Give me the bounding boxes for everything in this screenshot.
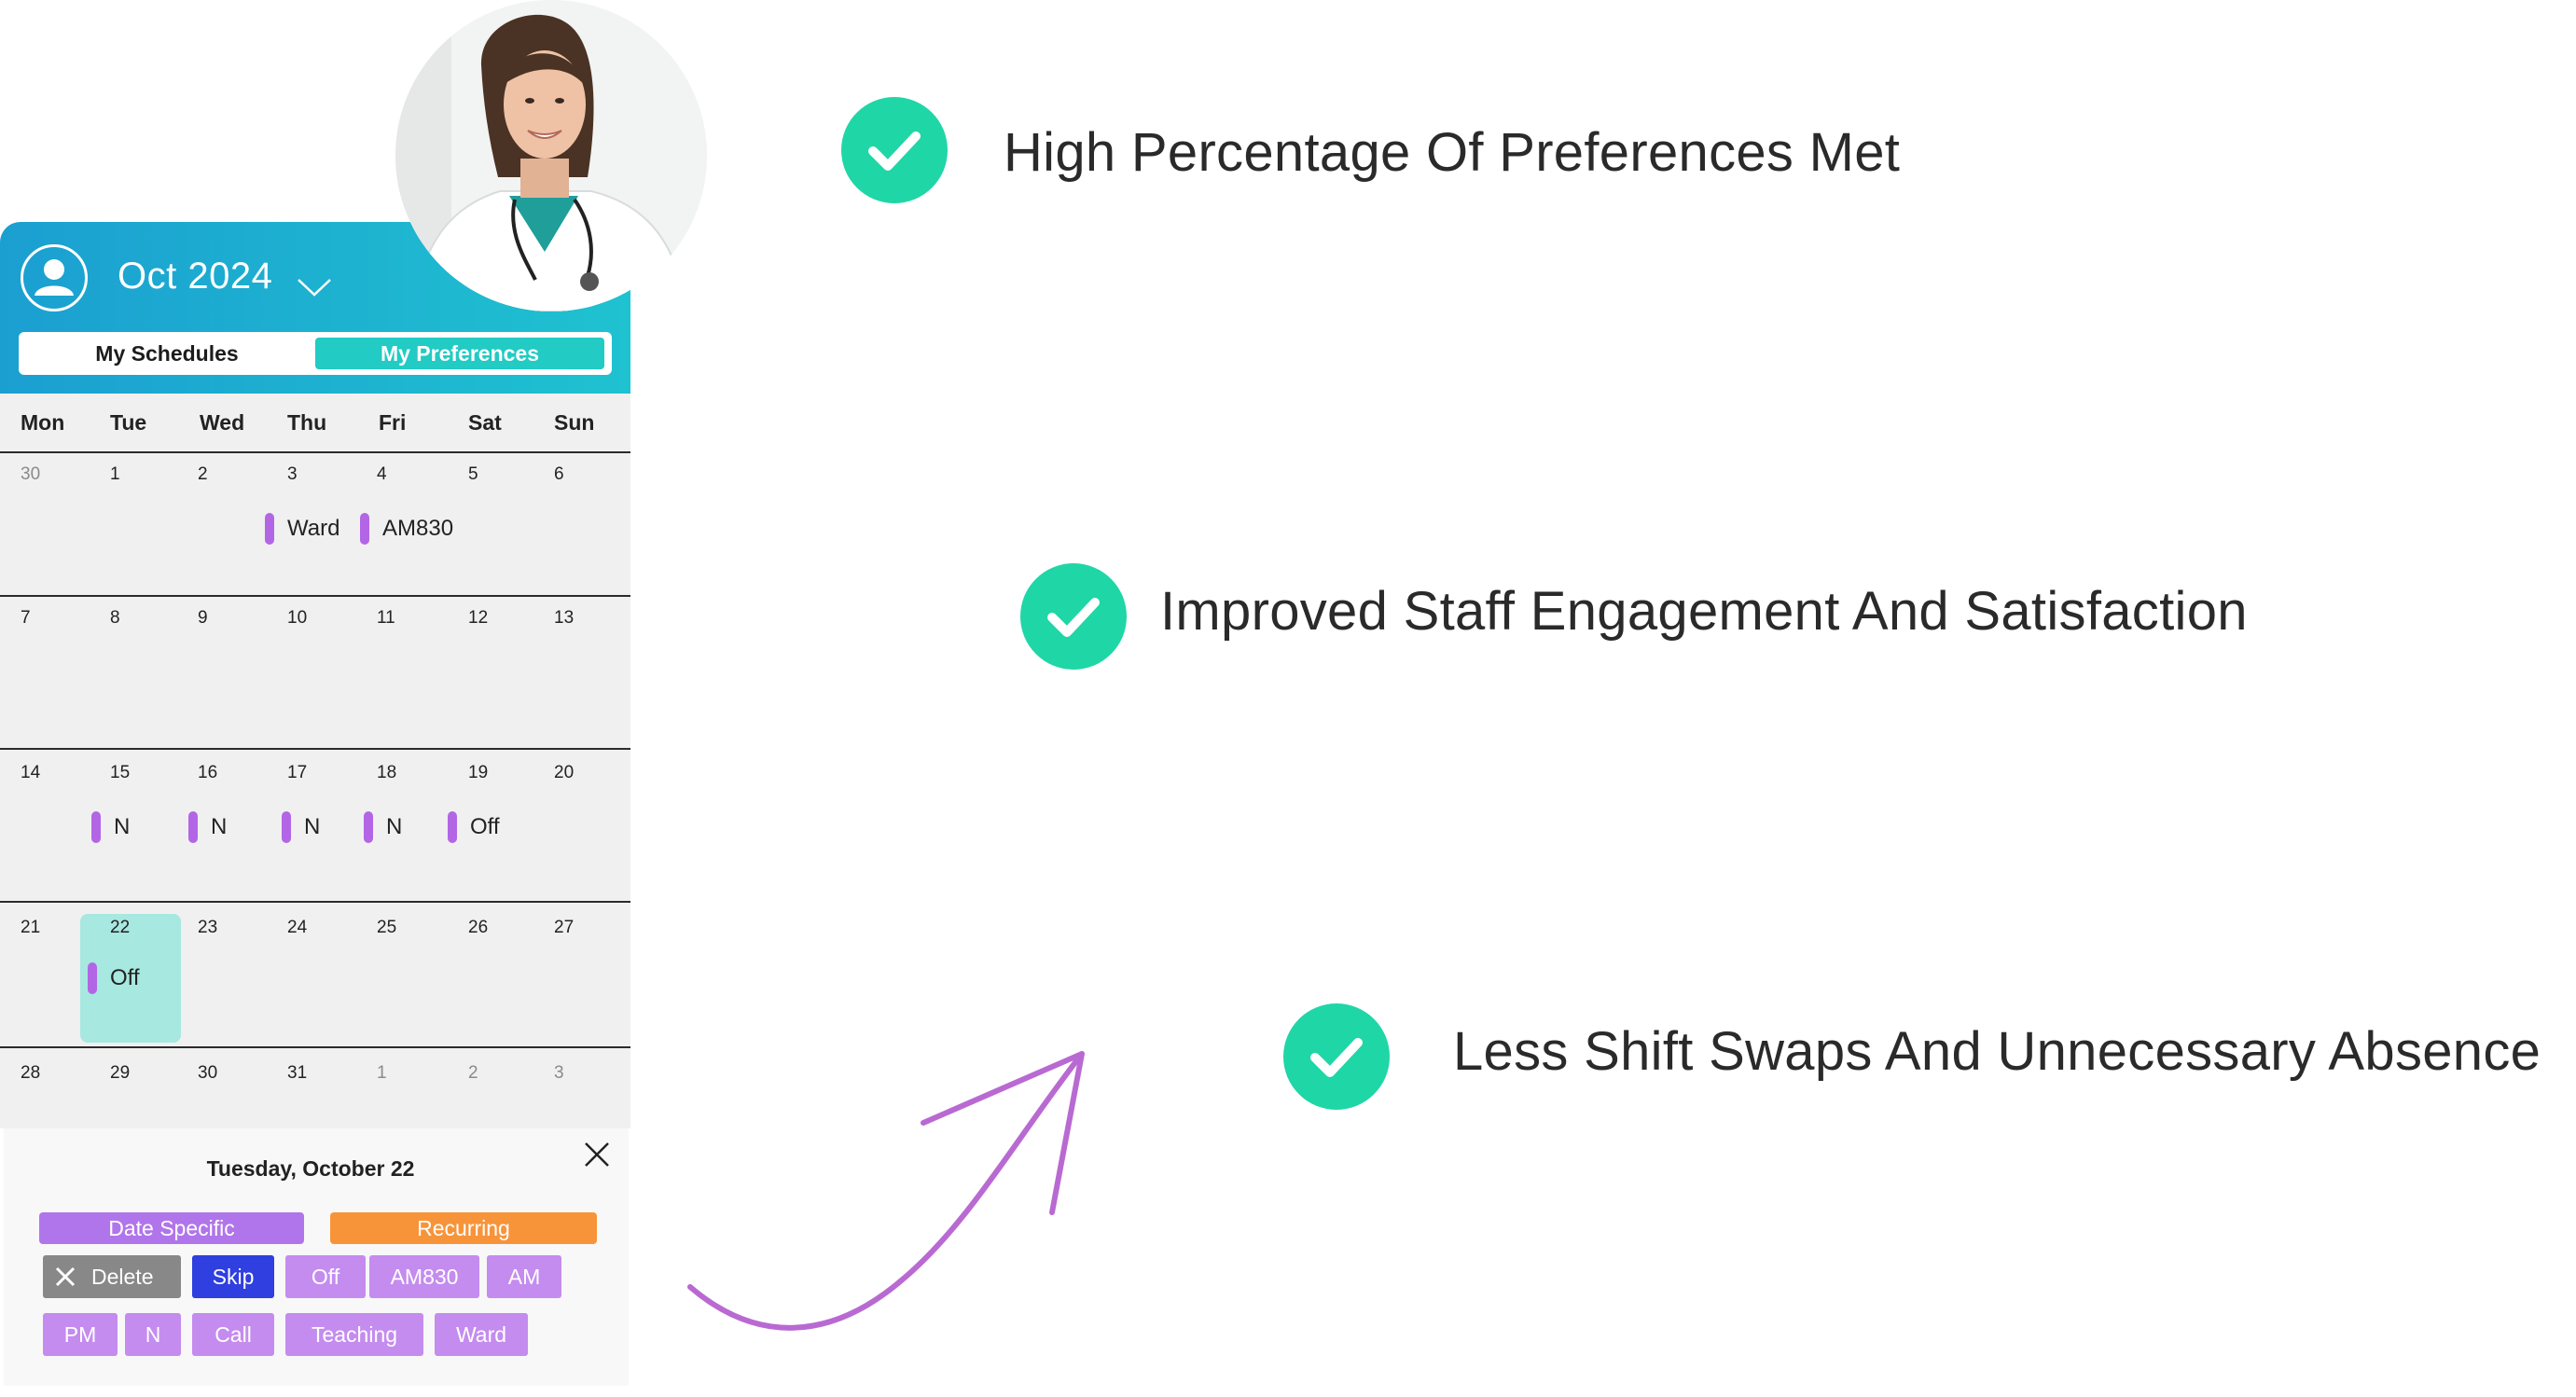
user-icon (35, 259, 74, 296)
event-label: Off (470, 814, 500, 839)
day-cell[interactable]: 8 (110, 608, 120, 629)
weekday-header: Fri (379, 410, 407, 435)
shift-chip-off[interactable]: Off (285, 1255, 366, 1298)
delete-button[interactable]: Delete (43, 1255, 181, 1298)
day-cell[interactable]: 29 (110, 1063, 130, 1084)
divider (0, 748, 630, 750)
check-icon (1020, 563, 1127, 670)
shift-chip-teaching[interactable]: Teaching (285, 1313, 423, 1356)
day-cell[interactable]: 10 (287, 608, 307, 629)
user-profile-button[interactable] (21, 244, 88, 311)
month-label[interactable]: Oct 2024 (118, 256, 272, 297)
day-cell[interactable]: 27 (554, 918, 574, 938)
day-cell[interactable]: 24 (287, 918, 307, 938)
day-cell[interactable]: 19 (468, 763, 488, 783)
shift-chip-pm[interactable]: PM (43, 1313, 118, 1356)
weekday-header: Sun (554, 410, 595, 435)
day-cell[interactable]: 25 (377, 918, 396, 938)
day-cell[interactable]: 31 (287, 1063, 307, 1084)
day-cell[interactable]: 28 (21, 1063, 40, 1084)
day-cell[interactable]: 30 (21, 464, 40, 485)
event-label: Ward (287, 516, 340, 541)
event-label: N (114, 814, 131, 839)
divider (0, 451, 630, 453)
benefit-text: Improved Staff Engagement And Satisfacti… (1160, 581, 2248, 642)
weekday-header: Mon (21, 410, 65, 435)
chevron-down-icon[interactable] (297, 276, 332, 298)
day-cell[interactable]: 15 (110, 763, 130, 783)
day-cell[interactable]: 3 (554, 1063, 564, 1084)
day-cell[interactable]: 2 (468, 1063, 478, 1084)
event-marker (360, 513, 369, 545)
tab-my-schedules[interactable]: My Schedules (19, 332, 315, 375)
tab-date-specific[interactable]: Date Specific (39, 1212, 304, 1244)
event-marker (282, 811, 291, 843)
day-cell[interactable]: 11 (377, 608, 395, 629)
scheduler-app-panel: Oct 2024 My Schedules My Preferences Mon… (0, 0, 707, 1397)
event-label: N (386, 814, 403, 839)
weekday-header: Thu (287, 410, 327, 435)
check-icon (1283, 1003, 1390, 1110)
day-cell[interactable]: 12 (468, 608, 488, 629)
close-icon (55, 1266, 76, 1287)
day-cell[interactable]: 14 (21, 763, 40, 783)
shift-chip-n[interactable]: N (125, 1313, 181, 1356)
delete-label: Delete (91, 1265, 154, 1289)
day-cell[interactable]: 20 (554, 763, 574, 783)
day-cell[interactable]: 18 (377, 763, 396, 783)
weekday-header: Tue (110, 410, 147, 435)
day-cell[interactable]: 16 (198, 763, 217, 783)
day-cell[interactable]: 2 (198, 464, 208, 485)
event-marker (448, 811, 457, 843)
tab-recurring[interactable]: Recurring (330, 1212, 597, 1244)
event-label: N (304, 814, 321, 839)
shift-chip-ward[interactable]: Ward (435, 1313, 528, 1356)
day-cell-selected[interactable]: 22 (110, 918, 130, 938)
day-cell[interactable]: 4 (377, 464, 387, 485)
event-marker (265, 513, 274, 545)
day-cell[interactable]: 30 (198, 1063, 217, 1084)
day-cell[interactable]: 5 (468, 464, 478, 485)
event-marker (91, 811, 101, 843)
shift-chip-call[interactable]: Call (192, 1313, 274, 1356)
divider (0, 1046, 630, 1048)
event-marker (88, 962, 97, 994)
skip-button[interactable]: Skip (192, 1255, 274, 1298)
day-cell[interactable]: 1 (377, 1063, 387, 1084)
shift-chip-am[interactable]: AM (487, 1255, 561, 1298)
day-cell[interactable]: 26 (468, 918, 488, 938)
day-cell[interactable]: 6 (554, 464, 564, 485)
tab-my-preferences[interactable]: My Preferences (315, 338, 604, 369)
event-label: Off (110, 965, 140, 990)
check-icon (841, 97, 948, 203)
view-segmented-control: My Schedules My Preferences (19, 332, 612, 375)
day-cell[interactable]: 17 (287, 763, 307, 783)
benefit-text: Less Shift Swaps And Unnecessary Absence (1453, 1021, 2541, 1082)
event-marker (364, 811, 373, 843)
doctor-photo (395, 0, 707, 311)
event-label: N (211, 814, 228, 839)
day-cell[interactable]: 13 (554, 608, 574, 629)
weekday-header: Wed (200, 410, 245, 435)
weekday-header: Sat (468, 410, 502, 435)
divider (0, 901, 630, 903)
day-cell[interactable]: 3 (287, 464, 298, 485)
day-cell[interactable]: 1 (110, 464, 120, 485)
event-label: AM830 (382, 516, 454, 541)
day-cell[interactable]: 21 (21, 918, 40, 938)
event-marker (188, 811, 198, 843)
day-cell[interactable]: 9 (198, 608, 208, 629)
benefit-text: High Percentage Of Preferences Met (1004, 122, 1901, 183)
close-icon[interactable] (582, 1140, 612, 1169)
shift-chip-am830[interactable]: AM830 (369, 1255, 479, 1298)
curved-arrow-icon (687, 1051, 1085, 1331)
divider (0, 595, 630, 597)
day-cell[interactable]: 7 (21, 608, 31, 629)
day-cell[interactable]: 23 (198, 918, 217, 938)
sheet-title: Tuesday, October 22 (206, 1156, 415, 1181)
